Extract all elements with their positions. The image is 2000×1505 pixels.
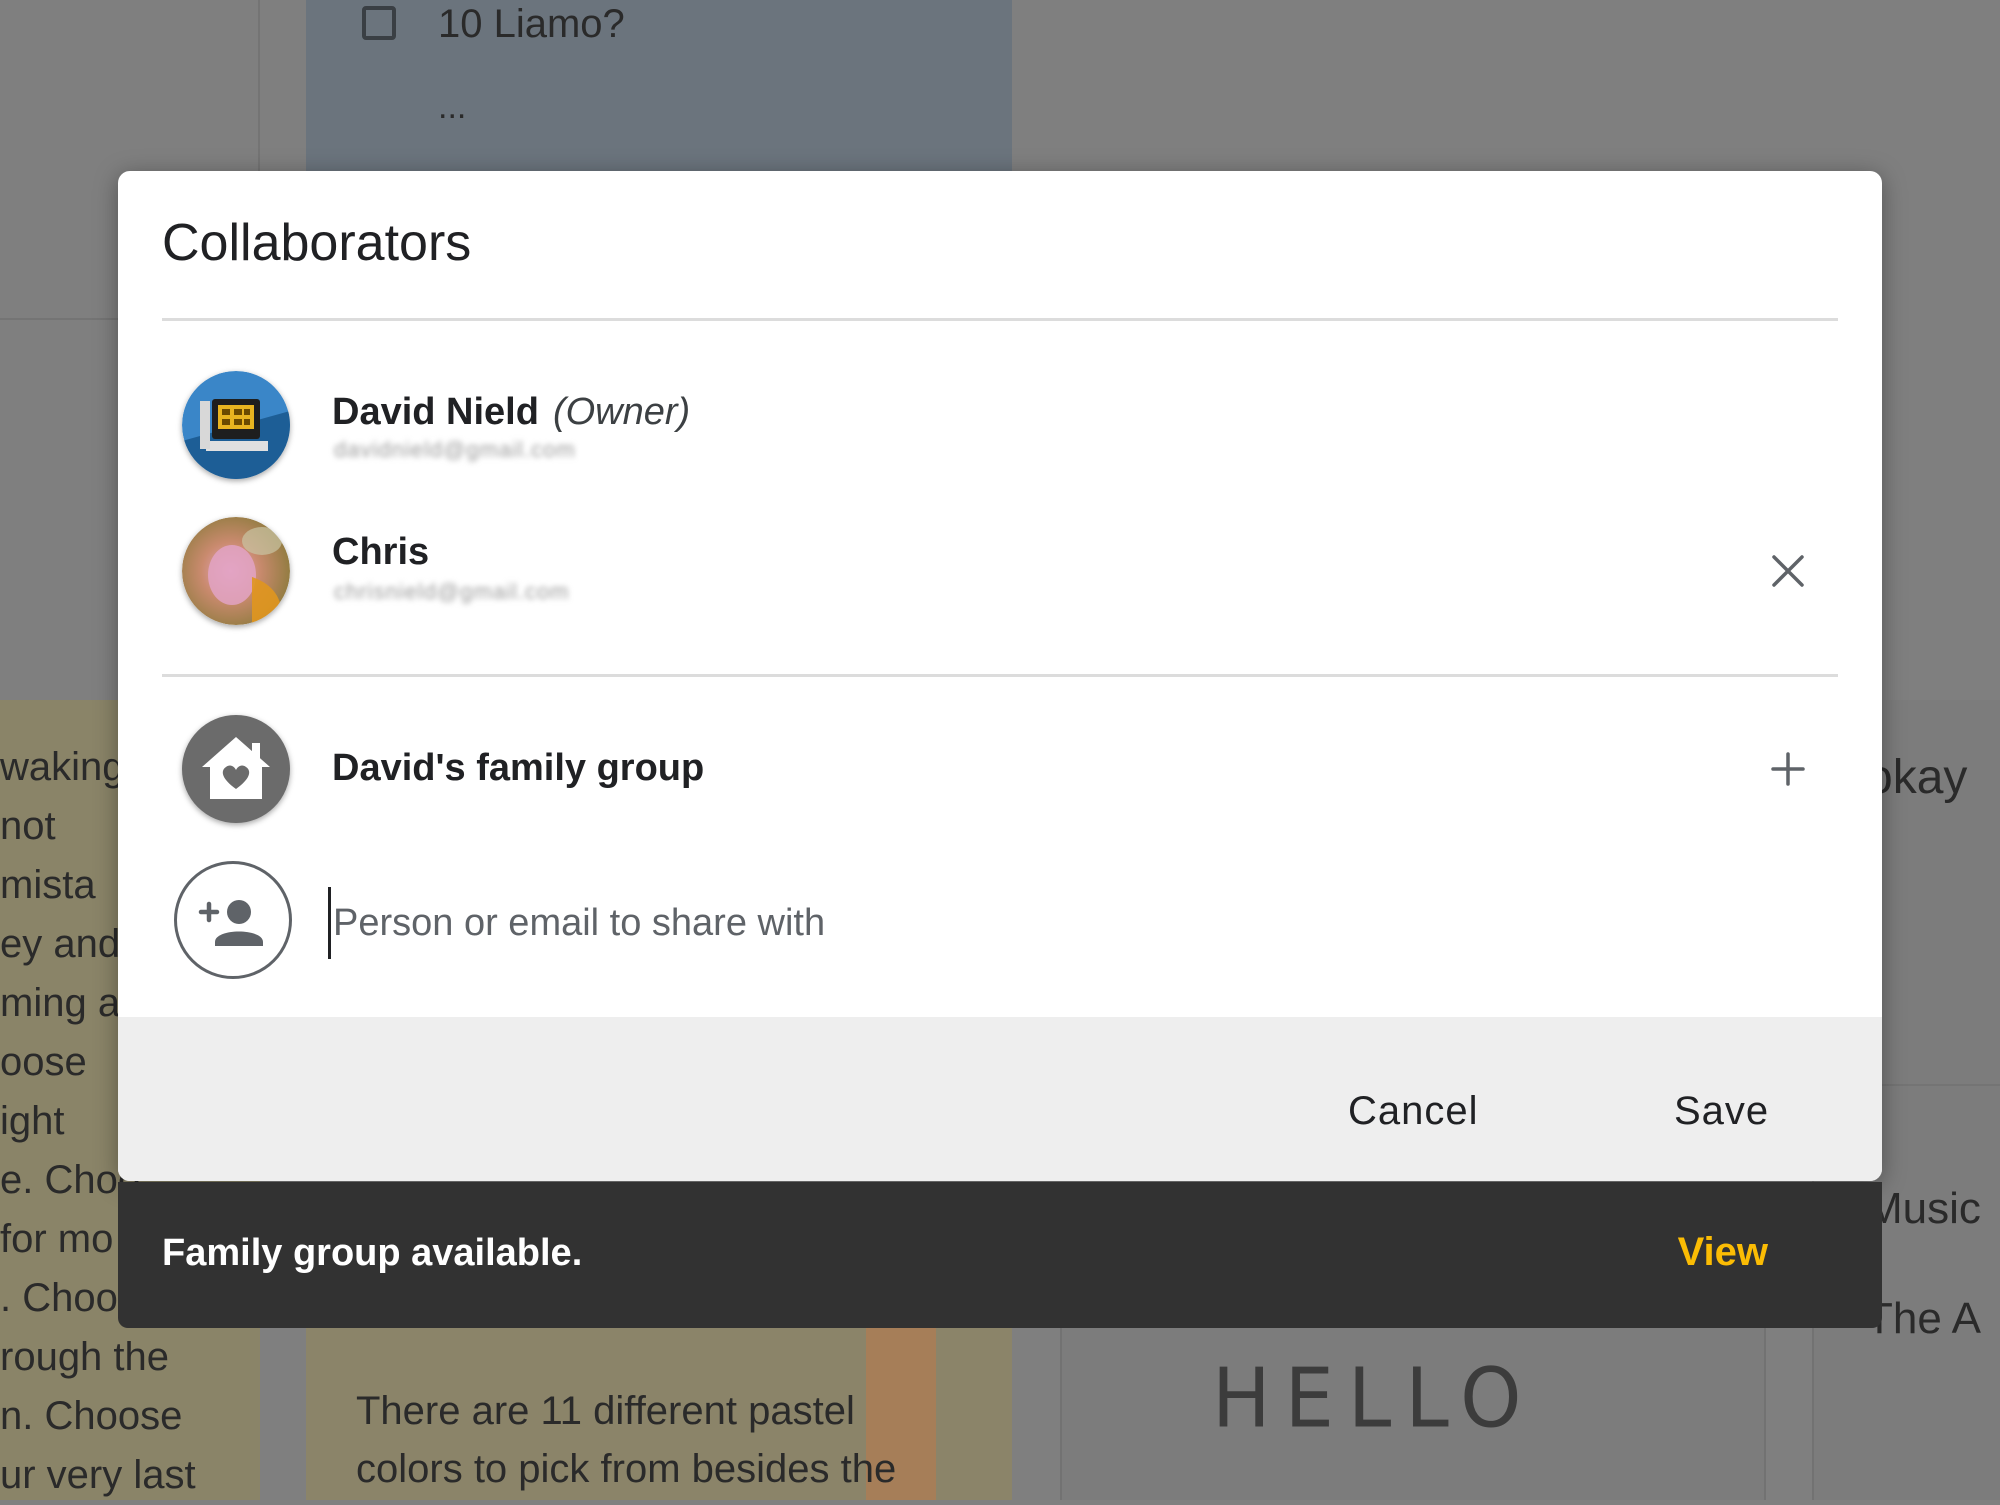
collaborator-name: David Nield (Owner) [332, 391, 690, 434]
share-input-row [162, 853, 1838, 979]
family-group-avatar [182, 715, 290, 823]
family-home-icon [202, 737, 270, 799]
note-text-line: colors to pick from besides the [356, 1447, 897, 1491]
collaborator-email: chrisnield@gmail.com [334, 579, 570, 604]
note-fragment: Music [1866, 1184, 1981, 1233]
owner-role-label: (Owner) [552, 391, 691, 433]
family-group-label: David's family group [332, 747, 705, 789]
cancel-button[interactable]: Cancel [1348, 1089, 1479, 1134]
note-fragment: The A [1866, 1294, 1981, 1343]
note-text-line: There are 11 different pastel [356, 1389, 855, 1433]
snackbar-message: Family group available. [162, 1232, 583, 1274]
note-text-line: n. Choose [0, 1394, 183, 1438]
snackbar: Family group available. View [118, 1182, 1882, 1328]
collaborator-name: Chris [332, 531, 430, 573]
photo-avatar-icon [182, 517, 290, 625]
collaborators-dialog: Collaborators David Nield (Owner) davidni… [118, 171, 1882, 1181]
person-add-icon [198, 900, 263, 946]
dialog-title: Collaborators [162, 214, 472, 272]
row-divider [1882, 1084, 2000, 1086]
collaborator-email: davidnield@gmail.com [334, 437, 576, 462]
collaborator-avatar [182, 517, 290, 625]
mid-note-text: There are 11 different pastel colors to … [356, 1382, 896, 1498]
save-button[interactable]: Save [1674, 1089, 1769, 1134]
note-text-line: rough the [0, 1335, 170, 1379]
collaborator-row: Chris chrisnield@gmail.com [162, 517, 1838, 637]
monitor-avatar-icon [182, 371, 290, 479]
owner-name: David Nield [332, 391, 539, 433]
title-divider [162, 318, 1838, 321]
share-input[interactable] [328, 887, 1535, 959]
note-text-line: ur very last [0, 1453, 196, 1497]
note-ellipsis: ... [438, 88, 467, 126]
note-checkbox-text: 10 Liamo? [438, 2, 625, 46]
close-icon [1772, 555, 1804, 587]
collaborator-row-owner: David Nield (Owner) davidnield@gmail.com [162, 371, 1838, 491]
background-note-blue: 10 Liamo? ... [306, 0, 1012, 172]
add-family-group-button[interactable] [1758, 739, 1818, 799]
add-person-avatar [174, 861, 292, 979]
dialog-footer: Cancel Save [118, 1017, 1882, 1181]
section-divider [162, 674, 1838, 677]
note-checkbox [362, 6, 396, 40]
handwriting-drawing: HELLO [1212, 1351, 1536, 1447]
remove-collaborator-button[interactable] [1758, 541, 1818, 601]
add-icon [1771, 752, 1805, 786]
family-group-row: David's family group [162, 715, 1838, 835]
owner-avatar [182, 371, 290, 479]
snackbar-view-button[interactable]: View [1678, 1230, 1768, 1275]
